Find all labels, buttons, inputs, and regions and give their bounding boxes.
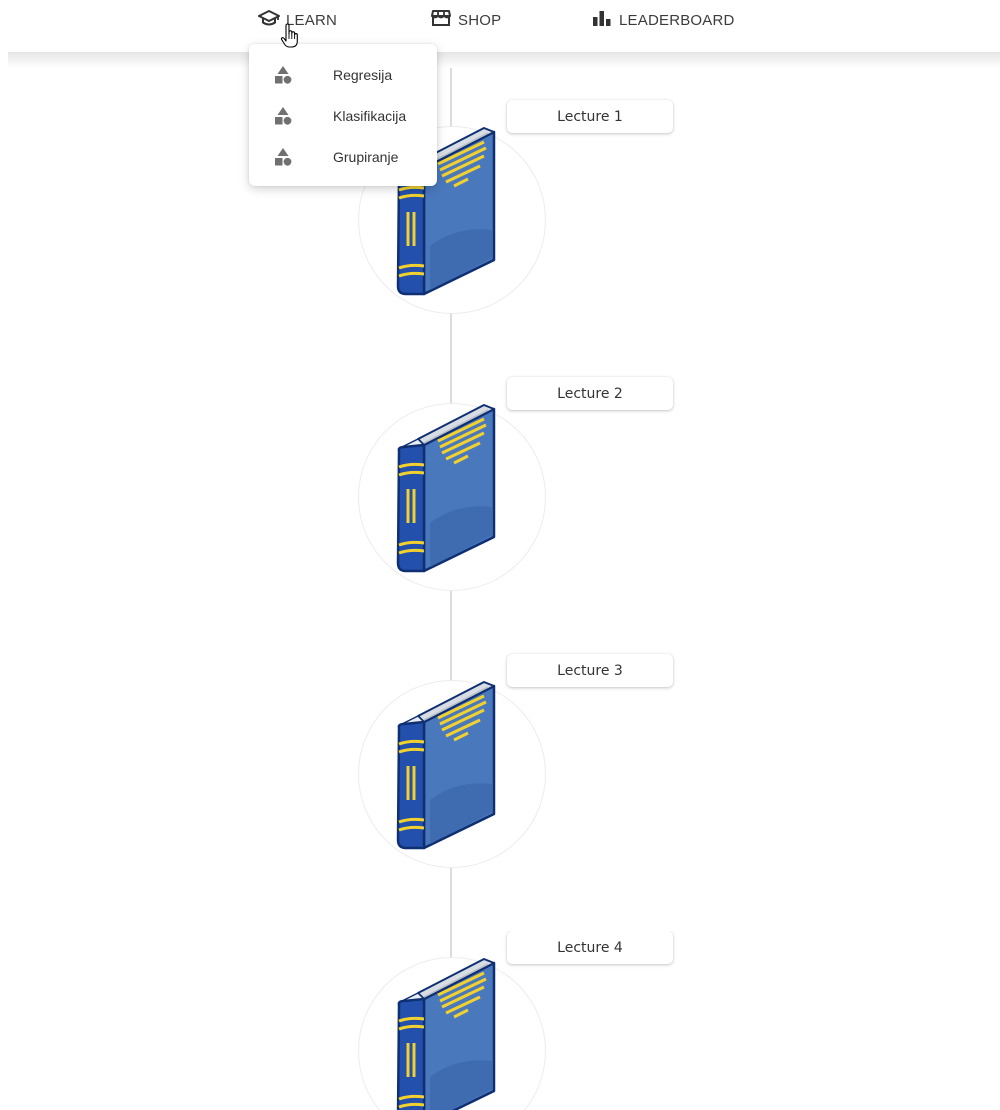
nav-shop[interactable]: SHOP [430, 9, 501, 31]
shapes-icon [273, 106, 293, 126]
menu-item-label: Regresija [333, 67, 393, 83]
bar-chart-icon [591, 9, 613, 31]
lecture-item-3[interactable]: Lecture 3 [0, 654, 1000, 894]
menu-item-label: Klasifikacija [333, 108, 407, 124]
book-icon[interactable] [396, 680, 498, 850]
lecture-label-button[interactable]: Lecture 4 [507, 931, 673, 964]
menu-item-regresija[interactable]: Regresija [249, 54, 437, 96]
nav-divider-shadow [8, 52, 1000, 68]
menu-item-grupiranje[interactable]: Grupiranje [249, 136, 437, 178]
lecture-label-button[interactable]: Lecture 3 [507, 654, 673, 687]
shapes-icon [273, 147, 293, 167]
lecture-item-4[interactable]: Lecture 4 [0, 931, 1000, 1110]
nav-shop-label: SHOP [458, 11, 502, 29]
lecture-label-button[interactable]: Lecture 1 [507, 100, 673, 133]
shapes-icon [273, 65, 293, 85]
book-icon[interactable] [396, 957, 498, 1110]
lecture-label-button[interactable]: Lecture 2 [507, 377, 673, 410]
lecture-item-1[interactable]: Lecture 1 [0, 100, 1000, 340]
lecture-item-2[interactable]: Lecture 2 [0, 377, 1000, 617]
nav-leaderboard[interactable]: LEADERBOARD [591, 9, 735, 31]
store-icon [430, 9, 452, 31]
graduation-cap-icon [258, 9, 280, 31]
learn-dropdown-menu: Regresija Klasifikacija Grupiranje [249, 44, 437, 186]
nav-leaderboard-label: LEADERBOARD [619, 11, 735, 29]
menu-item-klasifikacija[interactable]: Klasifikacija [249, 95, 437, 137]
hand-pointer-cursor-icon [280, 23, 298, 48]
book-icon[interactable] [396, 403, 498, 573]
top-navigation: LEARN SHOP LEADERBOARD [0, 0, 1000, 40]
menu-item-label: Grupiranje [333, 149, 399, 165]
